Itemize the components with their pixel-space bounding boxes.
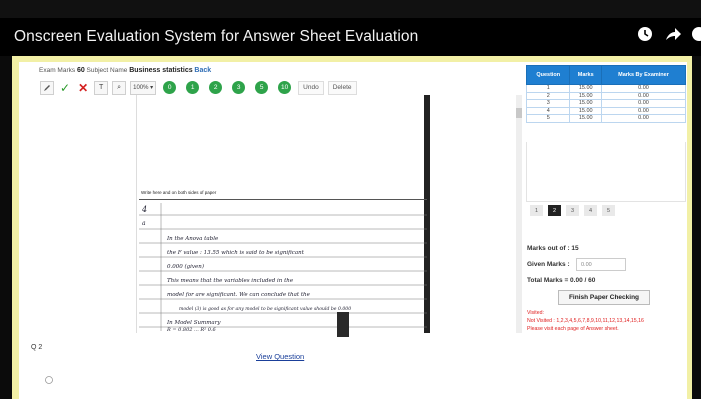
zoom-tool-button[interactable]: ⌕ [112, 80, 127, 95]
table-cell: 5 [525, 114, 571, 123]
undo-button[interactable]: Undo [298, 80, 324, 95]
marks-table-header: Question Marks Marks By Examiner [525, 65, 687, 85]
cross-tool-button[interactable]: ✕ [76, 81, 90, 95]
hw-line-1: a [142, 220, 146, 227]
hw-line-2: In the Anova table [166, 236, 219, 242]
given-marks-label: Given Marks : [527, 261, 570, 268]
total-marks: Total Marks = 0.00 / 60 [527, 277, 596, 284]
hw-line-8: In Model Summary [166, 320, 221, 326]
view-question-link[interactable]: View Question [256, 352, 304, 361]
page-button-4[interactable]: 4 [584, 205, 597, 216]
table-row[interactable]: 2 15.00 0.00 [525, 91, 687, 100]
marks-table-body-area [526, 142, 686, 202]
video-player: Onscreen Evaluation System for Answer Sh… [0, 0, 701, 399]
top-strip [0, 0, 701, 18]
video-scrubber[interactable] [337, 312, 349, 337]
table-row[interactable]: 5 15.00 0.00 [525, 114, 687, 123]
cross-icon: ✕ [78, 80, 89, 95]
hw-line-4: 0.000 (given) [167, 263, 204, 270]
finish-paper-checking-button[interactable]: Finish Paper Checking [558, 290, 650, 305]
text-tool-button[interactable]: T [94, 80, 109, 95]
info-icon[interactable] [691, 26, 701, 45]
mark-button-10[interactable]: 10 [278, 81, 292, 94]
mark-button-3[interactable]: 3 [232, 81, 246, 94]
tick-tool-button[interactable]: ✓ [58, 81, 72, 95]
col-question: Question [525, 65, 571, 85]
table-cell: 15.00 [569, 106, 602, 115]
share-icon[interactable] [665, 26, 682, 45]
ruled-lines: 4 a In the Anova table the F value : 13.… [139, 203, 427, 333]
subject-value: Business statistics [129, 67, 193, 74]
marks-out-of: Marks out of : 15 [527, 245, 579, 252]
pen-tool-button[interactable] [40, 80, 54, 95]
table-row[interactable]: 3 15.00 0.00 [525, 99, 687, 108]
exam-marks-label: Exam Marks [39, 67, 76, 74]
table-cell: 15.00 [569, 99, 602, 108]
hw-line-3: the F value : 13.55 which is said to be … [167, 250, 305, 256]
hw-line-5: This means that the variables included i… [167, 278, 294, 284]
exam-marks-value: 60 [76, 67, 85, 74]
hw-line-0: 4 [141, 205, 147, 214]
annotation-toolbar: ✓ ✕ T ⌕ 100% ▾ 0 1 2 3 5 10 Undo Delete [40, 79, 357, 96]
page-button-1[interactable]: 1 [530, 205, 543, 216]
visit-notice: Please visit each page of Answer sheet. [527, 326, 619, 332]
table-cell: 2 [525, 91, 571, 100]
scrollbar-thumb[interactable] [516, 108, 522, 118]
evaluation-app: Exam Marks 60 Subject Name Business stat… [19, 62, 687, 399]
col-examiner-marks: Marks By Examiner [600, 65, 687, 85]
table-cell: 1 [525, 84, 571, 93]
col-marks: Marks [569, 65, 602, 85]
mark-button-0[interactable]: 0 [163, 81, 177, 94]
zoom-icon: ⌕ [117, 83, 122, 91]
back-link[interactable]: Back [194, 67, 211, 74]
hw-line-7: model (3) is good as for any model to be… [179, 305, 351, 312]
mark-button-1[interactable]: 1 [186, 81, 200, 94]
table-cell: 15.00 [569, 84, 602, 93]
bottom-scroll-control[interactable] [41, 371, 511, 384]
table-cell: 15.00 [569, 114, 602, 123]
exam-info-bar: Exam Marks 60 Subject Name Business stat… [39, 67, 211, 74]
table-cell: 0.00 [600, 99, 687, 108]
table-cell: 0.00 [600, 84, 687, 93]
table-row[interactable]: 1 15.00 0.00 [525, 84, 687, 93]
table-cell: 4 [525, 106, 571, 115]
hw-line-6: model for are significant. We can conclu… [167, 292, 311, 298]
marks-table: Question Marks Marks By Examiner 1 15.00 0… [525, 65, 687, 123]
sheet-header-text: Write here and on both sides of paper [139, 190, 427, 200]
table-cell: 0.00 [600, 106, 687, 115]
page-pager: 1 2 3 4 5 [530, 205, 615, 216]
check-icon: ✓ [60, 80, 71, 95]
table-cell: 0.00 [600, 114, 687, 123]
given-marks-input[interactable]: 0.00 [576, 258, 626, 271]
clock-icon[interactable] [637, 26, 653, 45]
mark-button-2[interactable]: 2 [209, 81, 223, 94]
text-icon: T [98, 84, 104, 91]
table-row[interactable]: 4 15.00 0.00 [525, 106, 687, 115]
zoom-select[interactable]: 100% ▾ [130, 80, 157, 95]
hw-line-9: R = 0.802 ... R² 0.6 [166, 327, 217, 331]
current-question-label: Q 2 [31, 344, 43, 351]
mark-button-5[interactable]: 5 [255, 81, 269, 94]
delete-button[interactable]: Delete [327, 80, 357, 95]
page-button-5[interactable]: 5 [602, 205, 615, 216]
visited-label: Visited: [527, 310, 544, 316]
page-button-2[interactable]: 2 [548, 205, 561, 216]
not-visited-list: Not Visited : 1,2,3,4,5,6,7,8,9,10,11,12… [527, 318, 644, 324]
table-cell: 15.00 [569, 91, 602, 100]
subject-label: Subject Name [86, 67, 128, 74]
answer-sheet-lines: 4 a In the Anova table the F value : 13.… [139, 203, 427, 333]
video-title: Onscreen Evaluation System for Answer Sh… [14, 28, 419, 45]
table-cell: 3 [525, 99, 571, 108]
vertical-scrollbar[interactable] [516, 95, 522, 333]
table-cell: 0.00 [600, 91, 687, 100]
pen-icon [44, 84, 50, 91]
page-button-3[interactable]: 3 [566, 205, 579, 216]
